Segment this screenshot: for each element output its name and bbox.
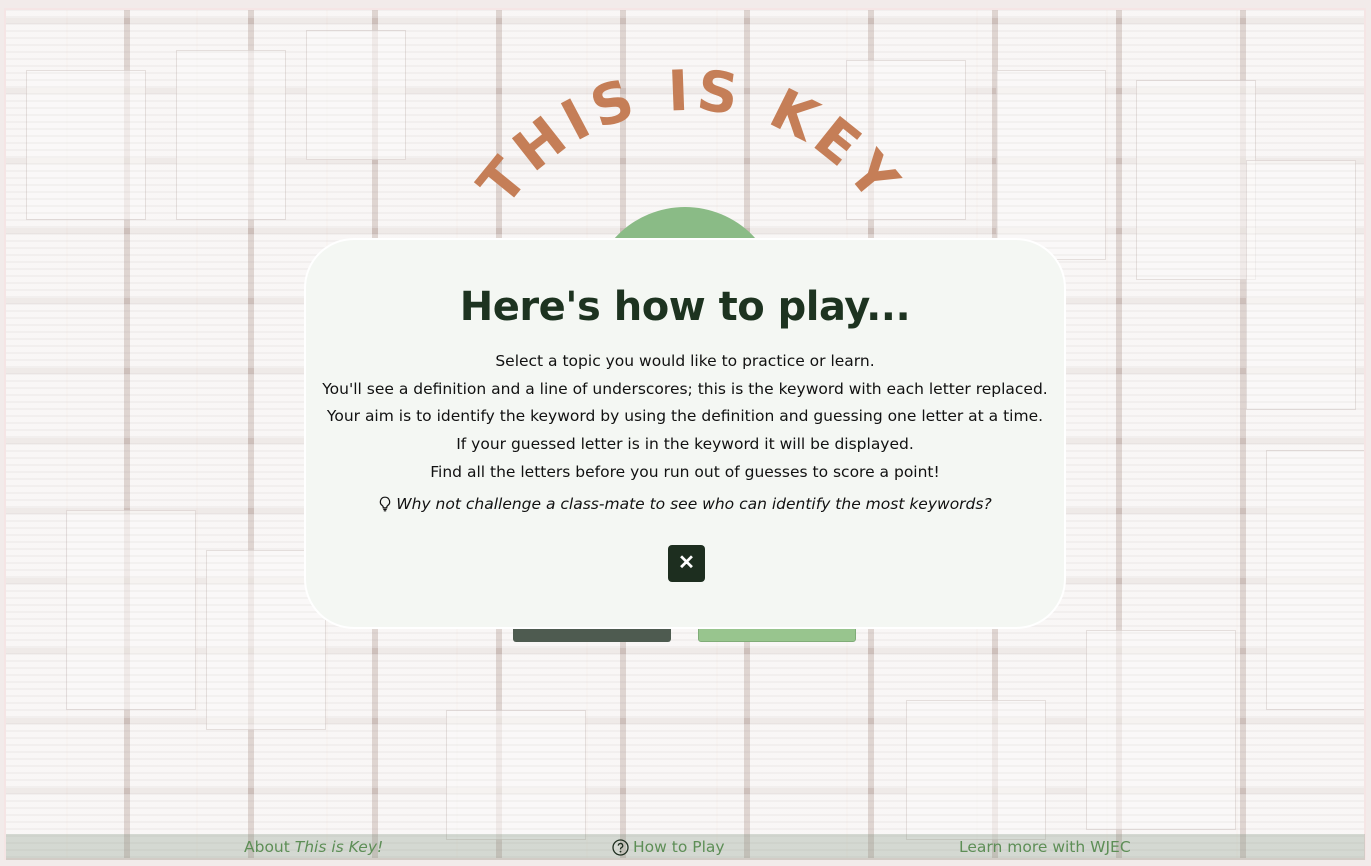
instruction-line: You'll see a definition and a line of un… [322,379,1048,398]
instructions: Select a topic you would like to practic… [306,348,1064,487]
how-to-play-modal: Here's how to play... Select a topic you… [304,238,1066,629]
question-circle-icon [612,838,629,856]
tip: Why not challenge a class-mate to see wh… [378,494,992,513]
about-link[interactable]: About This is Key! [244,838,383,856]
tip-text: Why not challenge a class-mate to see wh… [396,494,992,513]
lightbulb-icon [380,496,391,511]
instruction-line: Select a topic you would like to practic… [495,352,875,370]
about-link-em: This is Key! [294,838,384,856]
instruction-line: If your guessed letter is in the keyword… [456,435,914,454]
close-button[interactable]: ✕ [668,545,705,582]
how-to-play-link-label: How to Play [633,838,725,856]
about-link-prefix: About [244,838,295,856]
footer: About This is Key! How to Play Learn mor… [6,834,1365,860]
how-to-play-link[interactable]: How to Play [612,838,725,856]
modal-heading: Here's how to play... [459,284,911,330]
instruction-line: Your aim is to identify the keyword by u… [326,407,1044,426]
wjec-link[interactable]: Learn more with WJEC [959,838,1131,856]
close-icon: ✕ [678,552,695,574]
instruction-line: Find all the letters before you run out … [430,462,940,481]
